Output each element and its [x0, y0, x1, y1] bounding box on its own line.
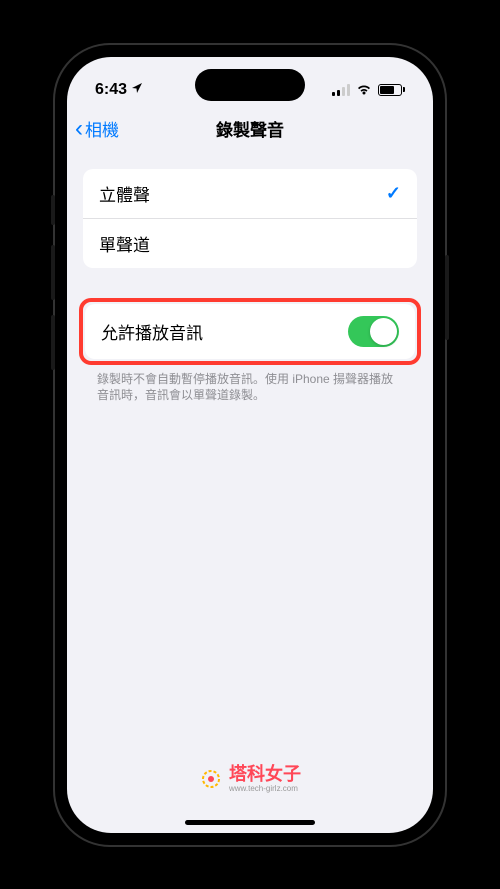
toggle-knob: [370, 318, 397, 345]
allow-playback-toggle[interactable]: [348, 316, 399, 347]
back-button[interactable]: ‹ 相機: [75, 115, 119, 143]
sound-options-list: 立體聲 ✓ 單聲道: [83, 169, 417, 268]
content-area: 立體聲 ✓ 單聲道 允許播放音訊 錄製: [67, 151, 433, 405]
status-right: [332, 84, 405, 96]
allow-playback-label: 允許播放音訊: [101, 319, 203, 344]
volume-up-button: [51, 245, 55, 300]
option-mono[interactable]: 單聲道: [83, 218, 417, 268]
allow-playback-group: 允許播放音訊: [85, 304, 415, 359]
option-stereo[interactable]: 立體聲 ✓: [83, 169, 417, 218]
allow-playback-row[interactable]: 允許播放音訊: [85, 304, 415, 359]
watermark-text: 塔科女子 www.tech-girlz.com: [229, 765, 301, 793]
dynamic-island: [195, 69, 305, 101]
status-left: 6:43: [95, 81, 143, 99]
phone-frame: 6:43 ‹ 相機: [55, 45, 445, 845]
status-time: 6:43: [95, 81, 127, 99]
phone-screen: 6:43 ‹ 相機: [67, 57, 433, 833]
wifi-icon: [356, 84, 372, 96]
battery-icon: [378, 84, 405, 96]
volume-down-button: [51, 315, 55, 370]
page-title: 錄製聲音: [216, 116, 284, 141]
watermark-title: 塔科女子: [229, 765, 301, 783]
checkmark-icon: ✓: [386, 183, 401, 204]
side-button: [51, 195, 55, 225]
footer-note: 錄製時不會自動暫停播放音訊。使用 iPhone 揚聲器播放音訊時，音訊會以單聲道…: [67, 365, 433, 405]
option-label: 立體聲: [99, 181, 150, 206]
back-label: 相機: [85, 116, 119, 141]
cellular-signal-icon: [332, 84, 350, 96]
navigation-bar: ‹ 相機 錄製聲音: [67, 107, 433, 151]
chevron-left-icon: ‹: [75, 115, 83, 143]
location-icon: [131, 81, 143, 99]
option-label: 單聲道: [99, 231, 150, 256]
watermark-logo-icon: [199, 767, 223, 791]
watermark: 塔科女子 www.tech-girlz.com: [199, 765, 301, 793]
watermark-url: www.tech-girlz.com: [229, 785, 301, 793]
highlight-annotation: 允許播放音訊: [79, 298, 421, 365]
power-button: [445, 255, 449, 340]
home-indicator[interactable]: [185, 820, 315, 825]
